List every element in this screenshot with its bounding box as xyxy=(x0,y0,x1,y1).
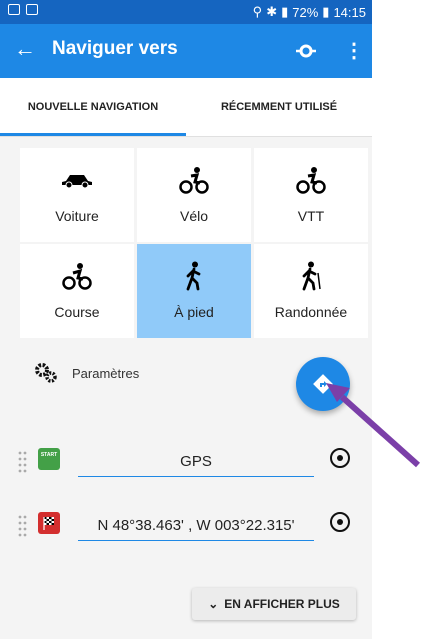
mode-label: Voiture xyxy=(55,208,99,224)
mode-label: Randonnée xyxy=(274,304,348,320)
locate-start-icon[interactable] xyxy=(330,448,350,468)
mode-label: À pied xyxy=(174,304,214,320)
phone-screen: ⚲ ✱ ▮ 72% ▮ 14:15 ← Naviguer vers ⋮ NOUV… xyxy=(0,0,372,639)
start-flag-label: START xyxy=(40,452,58,458)
drag-handle-icon[interactable] xyxy=(18,514,28,538)
drag-handle-icon[interactable] xyxy=(18,450,28,474)
car-icon xyxy=(62,175,92,188)
start-flag-icon: START xyxy=(38,448,60,470)
tab-label: NOUVELLE NAVIGATION xyxy=(27,101,159,113)
signal-icon: ▮ xyxy=(281,4,289,19)
battery-icon: ▮ xyxy=(322,4,330,19)
back-arrow-icon[interactable]: ← xyxy=(14,36,36,62)
mode-course[interactable]: Course xyxy=(20,244,134,338)
bike-icon xyxy=(179,167,209,194)
overflow-menu-icon[interactable]: ⋮ xyxy=(344,38,364,63)
mode-velo[interactable]: Vélo xyxy=(137,148,251,242)
settings-button[interactable]: Paramètres xyxy=(34,362,139,384)
hiking-icon xyxy=(302,261,321,291)
waypoint-icon[interactable] xyxy=(296,41,316,61)
settings-label: Paramètres xyxy=(72,365,140,381)
location-icon: ⚲ xyxy=(252,4,263,19)
tab-nouvelle-navigation[interactable]: NOUVELLE NAVIGATION xyxy=(0,78,186,136)
tab-recemment-utilise[interactable]: RÉCEMMENT UTILISÉ xyxy=(186,78,372,136)
bluetooth-icon: ✱ xyxy=(266,4,278,19)
screenshot-notification-icon xyxy=(26,4,38,15)
status-bar: ⚲ ✱ ▮ 72% ▮ 14:15 xyxy=(0,0,372,24)
mode-randonnee[interactable]: Randonnée xyxy=(254,244,368,338)
walking-icon xyxy=(186,261,201,291)
battery-percent: 72% xyxy=(292,4,319,20)
start-point-row: START GPS xyxy=(18,442,368,482)
mode-label: Vélo xyxy=(179,208,209,224)
page-title: Naviguer vers xyxy=(52,38,178,59)
road-bike-icon xyxy=(62,263,92,290)
mode-vtt[interactable]: VTT xyxy=(254,148,368,242)
mode-label: Course xyxy=(54,304,100,320)
clock: 14:15 xyxy=(333,4,366,20)
destination-row: N 48°38.463' , W 003°22.315' xyxy=(18,506,368,546)
transport-mode-grid: Voiture Vélo VTT Course À pied Randonnée xyxy=(20,148,368,338)
tab-label: RÉCEMMENT UTILISÉ xyxy=(220,101,338,113)
destination-input[interactable]: N 48°38.463' , W 003°22.315' xyxy=(78,510,314,541)
locate-destination-icon[interactable] xyxy=(330,512,350,532)
app-bar: ← Naviguer vers ⋮ xyxy=(0,24,372,78)
gears-icon xyxy=(35,363,57,383)
finish-flag-icon xyxy=(38,512,60,534)
mode-voiture[interactable]: Voiture xyxy=(20,148,134,242)
chevron-down-icon: ⌄ xyxy=(208,597,219,611)
start-point-input[interactable]: GPS xyxy=(78,446,314,477)
gallery-notification-icon xyxy=(8,4,20,15)
start-navigation-button[interactable] xyxy=(296,357,350,411)
mode-label: VTT xyxy=(297,208,325,224)
mode-a-pied[interactable]: À pied xyxy=(137,244,251,338)
show-more-button[interactable]: ⌄ EN AFFICHER PLUS xyxy=(192,588,356,620)
mountain-bike-icon xyxy=(296,167,326,194)
directions-icon xyxy=(313,374,333,394)
tab-bar: NOUVELLE NAVIGATION RÉCEMMENT UTILISÉ xyxy=(0,78,372,137)
show-more-label: EN AFFICHER PLUS xyxy=(224,597,340,611)
